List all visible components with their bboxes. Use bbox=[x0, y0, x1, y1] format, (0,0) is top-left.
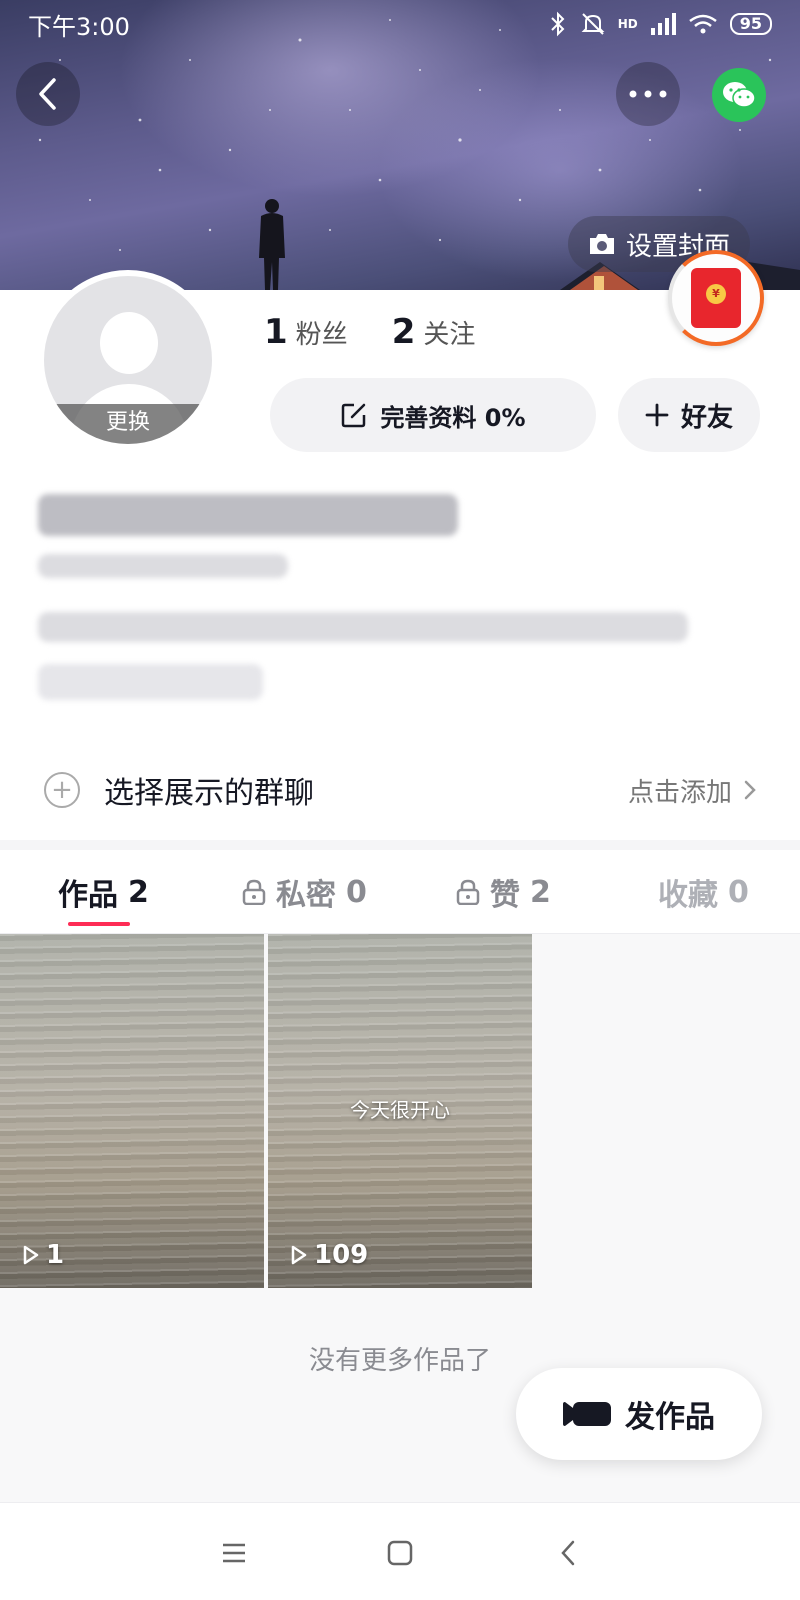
add-friend-button[interactable]: 好友 bbox=[618, 378, 760, 452]
camera-icon bbox=[590, 234, 614, 254]
wifi-icon bbox=[688, 14, 717, 34]
more-button[interactable] bbox=[616, 62, 680, 126]
username-blurred bbox=[38, 494, 458, 536]
tab-likes[interactable]: 赞 2 bbox=[456, 850, 551, 934]
status-bar: 下午3:00 HD 95 bbox=[0, 0, 800, 48]
red-packet-icon: ¥ bbox=[691, 268, 741, 328]
bluetooth-icon bbox=[551, 11, 565, 37]
nav-menu-button[interactable] bbox=[210, 1529, 258, 1577]
red-packet-button[interactable]: ¥ bbox=[668, 250, 764, 346]
avatar-head bbox=[100, 312, 158, 374]
active-tab-indicator bbox=[68, 922, 130, 926]
followers-label: 粉丝 bbox=[295, 320, 348, 350]
wechat-share-button[interactable] bbox=[712, 68, 766, 122]
play-count: 109 bbox=[290, 1240, 368, 1270]
profile-cover[interactable]: 下午3:00 HD 95 设置封面 bbox=[0, 0, 800, 290]
back-button[interactable] bbox=[16, 62, 80, 126]
group-chat-action[interactable]: 点击添加 bbox=[628, 772, 756, 809]
avatar[interactable]: 更换 bbox=[38, 270, 218, 450]
user-id-blurred bbox=[38, 554, 288, 578]
tab-label: 作品 bbox=[58, 878, 118, 913]
mute-icon bbox=[581, 13, 605, 35]
edit-icon bbox=[342, 403, 366, 428]
add-circle-icon: + bbox=[44, 772, 80, 808]
tab-count: 0 bbox=[346, 874, 367, 910]
play-count-value: 109 bbox=[314, 1240, 369, 1270]
video-grid: 1 今天很开心 109 bbox=[0, 934, 800, 1288]
menu-icon bbox=[223, 1543, 245, 1563]
status-time: 下午3:00 bbox=[28, 12, 130, 41]
video-camera-icon bbox=[563, 1402, 611, 1426]
section-divider bbox=[0, 840, 800, 850]
person-silhouette bbox=[259, 199, 285, 290]
network-type: HD bbox=[617, 17, 638, 31]
video-caption: 今天很开心 bbox=[350, 1098, 450, 1122]
video-thumbnail[interactable]: 1 bbox=[0, 934, 264, 1288]
tab-private[interactable]: 私密 0 bbox=[242, 850, 367, 934]
chevron-right-icon bbox=[744, 780, 756, 800]
add-friend-label: 好友 bbox=[680, 402, 733, 433]
tab-count: 0 bbox=[728, 874, 749, 910]
tab-label: 赞 bbox=[490, 878, 520, 913]
edit-profile-label: 完善资料 0% bbox=[380, 403, 526, 432]
back-icon bbox=[39, 78, 56, 110]
followers-stat[interactable]: 1 粉丝 bbox=[264, 312, 348, 352]
post-work-button[interactable]: 发作品 bbox=[516, 1368, 762, 1460]
more-icon bbox=[629, 90, 667, 98]
play-count-value: 1 bbox=[46, 1240, 65, 1270]
tab-favorites[interactable]: 收藏 0 bbox=[658, 850, 749, 934]
tab-count: 2 bbox=[128, 874, 149, 910]
tag-blurred[interactable] bbox=[38, 664, 263, 700]
following-label: 关注 bbox=[423, 320, 476, 350]
home-square-icon bbox=[387, 1540, 413, 1566]
group-chat-row[interactable]: + 选择展示的群聊 点击添加 bbox=[0, 748, 800, 832]
followers-count: 1 bbox=[264, 312, 288, 352]
battery-icon: 95 bbox=[729, 13, 772, 35]
group-chat-label: 选择展示的群聊 bbox=[104, 776, 314, 811]
group-chat-action-label: 点击添加 bbox=[627, 777, 732, 808]
profile-stats: 1 粉丝 2 关注 bbox=[264, 312, 475, 352]
lock-icon bbox=[242, 879, 266, 905]
play-icon bbox=[23, 1245, 39, 1265]
play-count: 1 bbox=[22, 1240, 64, 1270]
video-cover-image bbox=[0, 934, 264, 1288]
tab-count: 2 bbox=[530, 874, 551, 910]
tab-label: 收藏 bbox=[658, 878, 718, 913]
avatar-change-label[interactable]: 更换 bbox=[44, 404, 212, 444]
nav-back-icon bbox=[561, 1540, 575, 1566]
following-stat[interactable]: 2 关注 bbox=[392, 312, 476, 352]
content-tabs: 作品 2 私密 0 赞 2 收藏 0 bbox=[0, 850, 800, 934]
lock-icon bbox=[456, 879, 480, 905]
signal-icon bbox=[650, 13, 676, 35]
post-work-label: 发作品 bbox=[625, 1400, 715, 1435]
video-thumbnail[interactable]: 今天很开心 109 bbox=[268, 934, 532, 1288]
nav-home-button[interactable] bbox=[376, 1529, 424, 1577]
nav-back-button[interactable] bbox=[544, 1529, 592, 1577]
following-count: 2 bbox=[391, 312, 416, 352]
play-icon bbox=[291, 1245, 307, 1265]
bio-blurred[interactable] bbox=[38, 612, 688, 642]
edit-profile-button[interactable]: 完善资料 0% bbox=[270, 378, 596, 452]
plus-icon bbox=[645, 403, 669, 427]
yuan-seal-icon: ¥ bbox=[706, 284, 726, 304]
system-nav-bar bbox=[0, 1502, 800, 1600]
tab-label: 私密 bbox=[276, 878, 336, 913]
wechat-icon bbox=[723, 82, 756, 108]
